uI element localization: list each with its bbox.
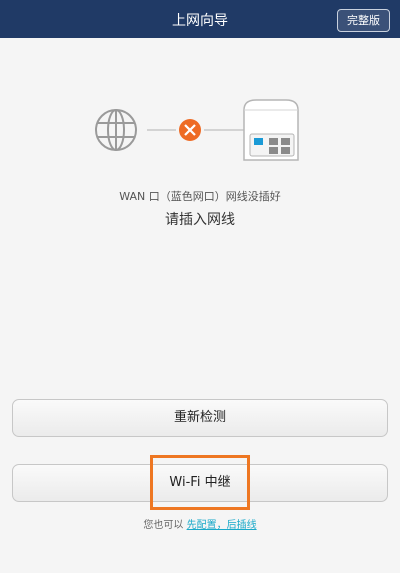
globe-icon bbox=[95, 109, 137, 151]
wan-port-icon bbox=[254, 138, 263, 145]
cable-status-message: WAN 口（蓝色网口）网线没插好 bbox=[119, 190, 281, 203]
router-icon bbox=[243, 99, 299, 161]
full-version-button[interactable]: 完整版 bbox=[337, 9, 390, 32]
alternative-option: 您也可以 先配置，后插线 bbox=[0, 516, 400, 531]
wifi-relay-button[interactable]: Wi-Fi 中继 bbox=[12, 464, 388, 502]
error-x-icon bbox=[179, 119, 201, 141]
header-bar: 上网向导 完整版 bbox=[0, 0, 400, 38]
configure-first-link[interactable]: 先配置，后插线 bbox=[187, 520, 257, 531]
retest-button[interactable]: 重新检测 bbox=[12, 399, 388, 437]
connection-diagram bbox=[95, 99, 299, 161]
insert-cable-prompt: 请插入网线 bbox=[165, 212, 235, 228]
alternative-prefix: 您也可以 bbox=[143, 520, 184, 531]
